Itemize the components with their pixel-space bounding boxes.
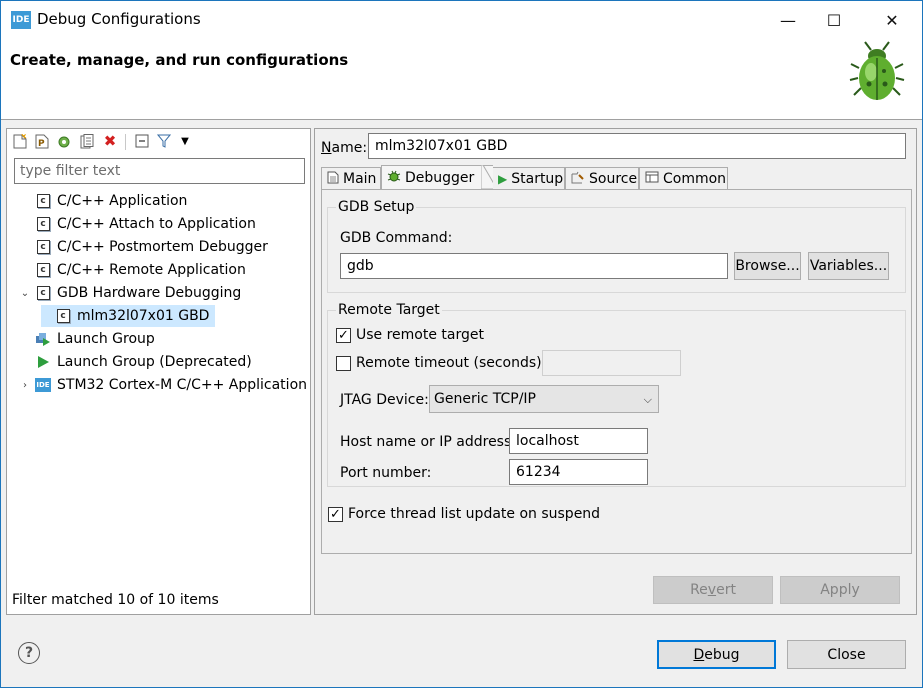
new-prototype-icon[interactable]: P <box>34 133 50 149</box>
tab-startup[interactable]: ▶ Startup <box>493 167 565 189</box>
variables-button[interactable]: Variables... <box>808 252 889 280</box>
bug-icon <box>849 41 905 100</box>
tree-item-gdb-hardware[interactable]: ⌄ c GDB Hardware Debugging <box>15 282 242 304</box>
header-banner: Create, manage, and run configurations <box>0 38 923 120</box>
gdb-setup-group <box>327 207 906 293</box>
tree-item-label: C/C++ Application <box>57 193 188 209</box>
app-icon: IDE <box>11 11 31 29</box>
tree-item-label: C/C++ Postmortem Debugger <box>57 239 268 255</box>
remote-target-title: Remote Target <box>336 302 442 318</box>
tree-item-label: mlm32l07x01 GBD <box>77 308 210 324</box>
remote-timeout-input[interactable] <box>542 350 681 376</box>
checkbox-checked-icon: ✓ <box>328 506 343 522</box>
export-icon[interactable] <box>79 133 95 149</box>
force-thread-update-checkbox[interactable]: ✓ Force thread list update on suspend <box>328 506 600 522</box>
configuration-editor-pane: Name: Main Debugger ▶Startup Source Comm… <box>314 128 917 615</box>
startup-tab-icon: ▶ <box>498 171 508 186</box>
tree-item-launch-group[interactable]: Launch Group <box>21 328 155 350</box>
svg-text:P: P <box>38 139 45 149</box>
remote-timeout-checkbox[interactable]: Remote timeout (seconds): <box>336 355 546 371</box>
tree-item-label: STM32 Cortex-M C/C++ Application <box>57 377 308 393</box>
debug-button[interactable]: Debug <box>657 640 776 669</box>
filter-icon[interactable] <box>156 133 172 149</box>
chevron-right-icon[interactable]: › <box>15 380 35 391</box>
gdb-setup-title: GDB Setup <box>336 199 417 215</box>
tree-item-c-attach[interactable]: c C/C++ Attach to Application <box>21 213 256 235</box>
help-icon[interactable]: ? <box>18 642 40 664</box>
tab-common[interactable]: Common <box>639 167 728 189</box>
host-input[interactable] <box>509 428 648 454</box>
new-config-icon[interactable] <box>12 133 28 149</box>
tab-main[interactable]: Main <box>321 167 381 189</box>
tree-item-mlm32l07x01[interactable]: c mlm32l07x01 GBD <box>41 305 216 327</box>
revert-button[interactable]: Revert <box>653 576 773 604</box>
banner-title: Create, manage, and run configurations <box>10 51 349 69</box>
stm32-ide-icon: IDE <box>35 377 51 393</box>
tree-item-label: Launch Group <box>57 331 155 347</box>
minimize-button[interactable]: — <box>765 1 811 39</box>
c-app-icon: c <box>35 193 51 209</box>
tree-item-label: GDB Hardware Debugging <box>57 285 242 301</box>
duplicate-icon[interactable] <box>56 133 72 149</box>
port-input[interactable] <box>509 459 648 485</box>
tree-item-c-remote[interactable]: c C/C++ Remote Application <box>21 259 246 281</box>
apply-button[interactable]: Apply <box>780 576 900 604</box>
close-button[interactable]: Close <box>787 640 906 669</box>
name-input[interactable] <box>368 133 906 159</box>
checkbox-unchecked-icon <box>336 355 351 371</box>
configuration-list-pane: P ✖ ▼ c C/C++ Application c C/C++ Attach… <box>6 128 311 615</box>
source-tab-icon <box>571 171 585 187</box>
common-tab-icon <box>645 171 659 186</box>
chevron-down-icon: ⌵ <box>643 393 652 406</box>
toolbar-separator <box>125 134 126 150</box>
jtag-device-select[interactable]: Generic TCP/IP ⌵ <box>429 385 659 413</box>
gdb-command-label: GDB Command: <box>340 230 453 246</box>
c-app-icon: c <box>35 285 51 301</box>
c-app-icon: c <box>35 239 51 255</box>
browse-button[interactable]: Browse... <box>734 252 801 280</box>
collapse-all-icon[interactable] <box>134 133 150 149</box>
launch-group-icon <box>35 331 51 347</box>
jtag-device-label: JTAG Device: <box>340 392 429 408</box>
delete-icon[interactable]: ✖ <box>102 132 118 150</box>
name-label: Name: <box>321 140 368 156</box>
window-frame <box>0 38 1 688</box>
close-window-button[interactable]: ✕ <box>869 1 915 39</box>
maximize-button[interactable]: ☐ <box>811 1 857 39</box>
close-icon: ✕ <box>885 10 899 30</box>
minimize-icon: — <box>780 10 796 30</box>
title-bar: IDE Debug Configurations — ☐ ✕ <box>0 0 923 38</box>
c-app-icon: c <box>55 308 71 324</box>
debugger-tab-icon <box>387 169 401 186</box>
maximize-icon: ☐ <box>826 10 842 30</box>
tree-item-label: C/C++ Remote Application <box>57 262 246 278</box>
main-tab-icon <box>327 171 339 187</box>
view-menu-icon[interactable]: ▼ <box>177 133 193 149</box>
c-app-icon: c <box>35 262 51 278</box>
host-label: Host name or IP address: <box>340 434 516 450</box>
gdb-command-input[interactable] <box>340 253 728 279</box>
c-app-icon: c <box>35 216 51 232</box>
tree-item-label: Launch Group (Deprecated) <box>57 354 252 370</box>
window-title: Debug Configurations <box>37 10 201 28</box>
tab-debugger[interactable]: Debugger <box>381 165 493 189</box>
tree-item-stm32[interactable]: › IDE STM32 Cortex-M C/C++ Application <box>15 374 307 396</box>
use-remote-target-checkbox[interactable]: ✓ Use remote target <box>336 327 484 343</box>
tree-item-c-application[interactable]: c C/C++ Application <box>21 190 187 212</box>
tree-item-c-postmortem[interactable]: c C/C++ Postmortem Debugger <box>21 236 268 258</box>
chevron-down-icon[interactable]: ⌄ <box>15 288 35 299</box>
filter-input[interactable] <box>14 158 305 184</box>
launch-group-deprecated-icon <box>35 354 51 370</box>
tab-source[interactable]: Source <box>565 167 639 189</box>
tree-item-label: C/C++ Attach to Application <box>57 216 256 232</box>
tree-item-launch-group-deprecated[interactable]: Launch Group (Deprecated) <box>21 351 252 373</box>
checkbox-checked-icon: ✓ <box>336 327 351 343</box>
filter-status: Filter matched 10 of 10 items <box>12 592 219 608</box>
debugger-tab-panel: GDB Setup GDB Command: Browse... Variabl… <box>321 189 912 554</box>
port-label: Port number: <box>340 465 432 481</box>
